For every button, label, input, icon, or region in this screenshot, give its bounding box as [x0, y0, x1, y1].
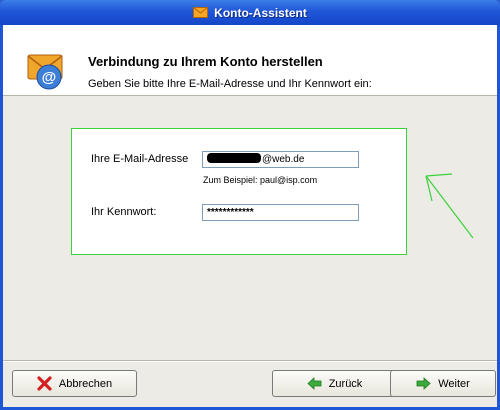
footer-divider: [3, 360, 497, 362]
wizard-title: Verbindung zu Ihrem Konto herstellen: [88, 54, 323, 69]
redaction-mark: [207, 153, 261, 163]
next-label: Weiter: [438, 377, 470, 390]
arrow-left-icon: [307, 377, 322, 390]
credentials-panel: Ihre E-Mail-Adresse @web.de Zum Beispiel…: [71, 128, 407, 255]
window-title: Konto-Assistent: [214, 5, 307, 20]
email-example-hint: Zum Beispiel: paul@isp.com: [203, 175, 318, 185]
dialog-client-area: @ Verbindung zu Ihrem Konto herstellen G…: [3, 25, 497, 407]
email-field[interactable]: @web.de: [202, 151, 359, 168]
arrow-right-icon: [416, 377, 431, 390]
envelope-icon: [193, 7, 209, 18]
back-label: Zurück: [328, 377, 363, 390]
wizard-window: Konto-Assistent @ Verbindung zu Ihrem Ko…: [0, 0, 500, 410]
back-button[interactable]: Zurück: [272, 370, 397, 397]
svg-text:@: @: [42, 69, 57, 86]
password-field[interactable]: ************: [202, 204, 359, 221]
cancel-button[interactable]: Abbrechen: [12, 370, 137, 397]
email-at-envelope-icon: @: [27, 54, 63, 90]
email-label: Ihre E-Mail-Adresse: [91, 153, 189, 165]
cancel-label: Abbrechen: [58, 377, 113, 390]
next-button[interactable]: Weiter: [390, 370, 496, 397]
red-x-icon: [37, 376, 52, 391]
title-bar[interactable]: Konto-Assistent: [0, 0, 500, 25]
email-value: @web.de: [262, 154, 305, 165]
password-label: Ihr Kennwort:: [91, 206, 157, 218]
wizard-header: @ Verbindung zu Ihrem Konto herstellen G…: [3, 25, 497, 96]
wizard-subtitle: Geben Sie bitte Ihre E-Mail-Adresse und …: [88, 78, 372, 90]
annotation-arrow-icon: [425, 173, 474, 239]
